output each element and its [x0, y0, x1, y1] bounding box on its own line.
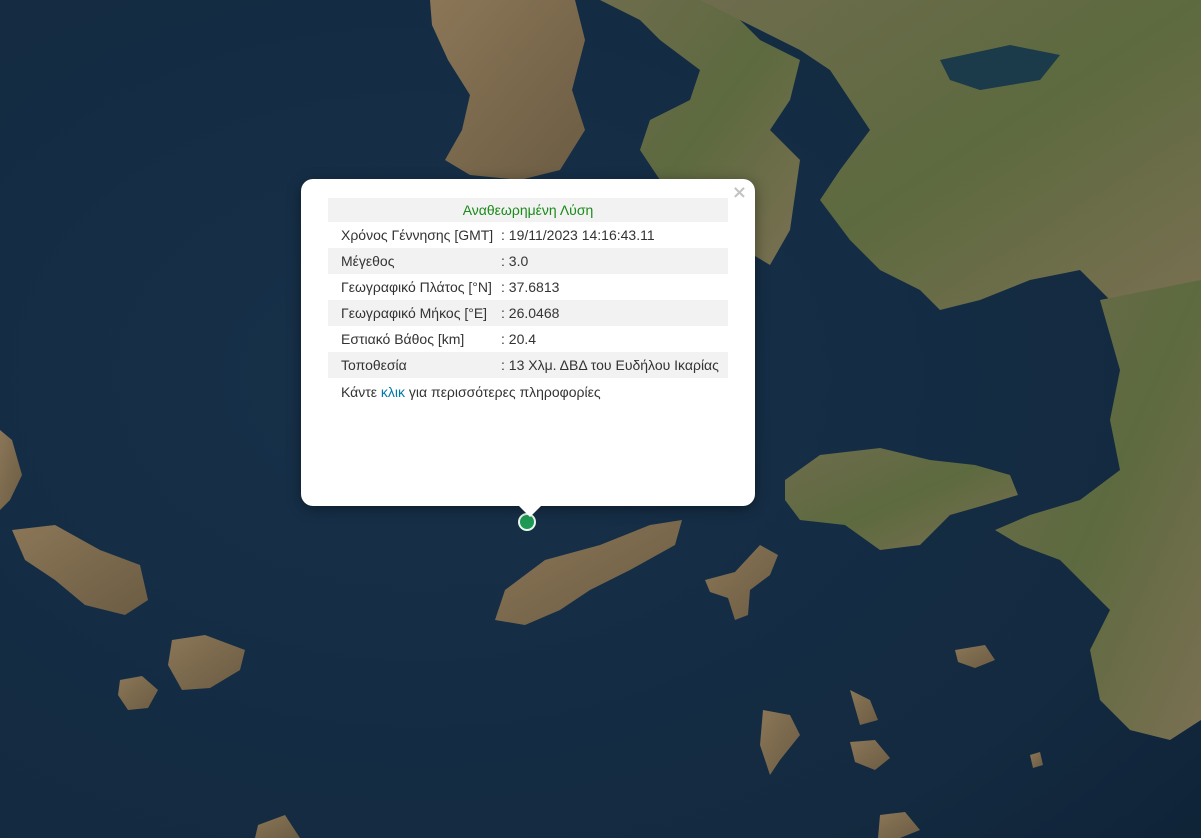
table-row: Χρόνος Γέννησης [GMT] : 19/11/2023 14:16…	[328, 222, 728, 248]
popup-content: Αναθεωρημένη Λύση Χρόνος Γέννησης [GMT] …	[328, 198, 728, 401]
earthquake-popup: × Αναθεωρημένη Λύση Χρόνος Γέννησης [GMT…	[301, 179, 755, 517]
row-label-location: Τοποθεσία	[341, 357, 407, 373]
row-value-origin-time: : 19/11/2023 14:16:43.11	[501, 227, 655, 243]
close-icon[interactable]: ×	[732, 184, 747, 202]
row-label-magnitude: Μέγεθος	[341, 253, 395, 269]
row-value-magnitude: : 3.0	[501, 253, 529, 269]
row-value-location: : 13 Χλμ. ΔΒΔ του Ευδήλου Ικαρίας	[501, 357, 719, 373]
row-label-origin-time: Χρόνος Γέννησης [GMT]	[341, 227, 494, 243]
row-label-longitude: Γεωγραφικό Μήκος [°E]	[341, 305, 488, 321]
table-row: Τοποθεσία : 13 Χλμ. ΔΒΔ του Ευδήλου Ικαρ…	[328, 352, 728, 378]
popup-header: Αναθεωρημένη Λύση	[328, 198, 728, 222]
more-info-suffix: για περισσότερες πληροφορίες	[405, 384, 601, 400]
row-label-latitude: Γεωγραφικό Πλάτος [°N]	[341, 279, 492, 295]
row-value-latitude: : 37.6813	[501, 279, 560, 295]
table-row: Γεωγραφικό Μήκος [°E] : 26.0468	[328, 300, 728, 326]
more-info-link[interactable]: κλικ	[381, 384, 405, 400]
table-row: Εστιακό Βάθος [km] : 20.4	[328, 326, 728, 352]
more-info-text: Κάντε κλικ για περισσότερες πληροφορίες	[328, 378, 728, 401]
table-row: Γεωγραφικό Πλάτος [°N] : 37.6813	[328, 274, 728, 300]
row-label-depth: Εστιακό Βάθος [km]	[341, 331, 465, 347]
row-value-longitude: : 26.0468	[501, 305, 560, 321]
table-row: Μέγεθος : 3.0	[328, 248, 728, 274]
more-info-prefix: Κάντε	[341, 384, 381, 400]
popup-tip	[519, 506, 541, 517]
row-value-depth: : 20.4	[501, 331, 537, 347]
earthquake-info-table: Αναθεωρημένη Λύση Χρόνος Γέννησης [GMT] …	[328, 198, 728, 378]
